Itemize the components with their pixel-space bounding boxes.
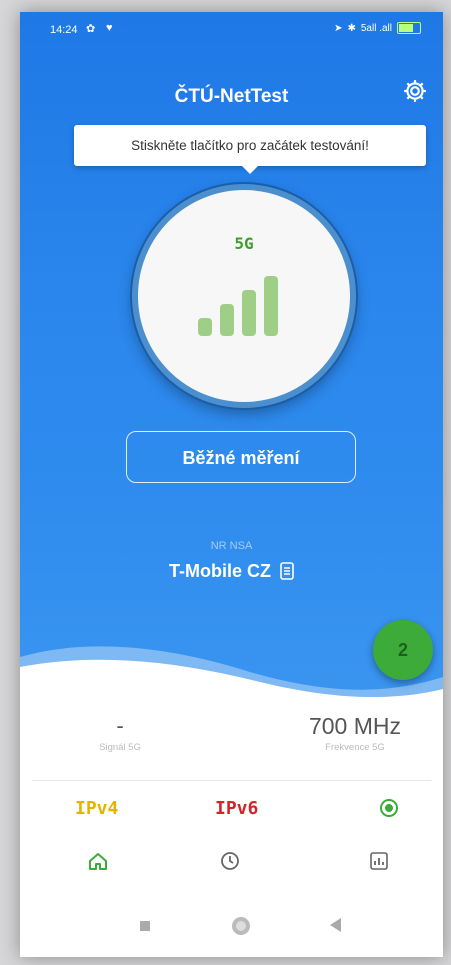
start-hint-tooltip: Stiskněte tlačítko pro začátek testování… [74, 125, 426, 174]
system-nav-bar [20, 907, 443, 947]
sim-swap-fab[interactable]: 2 [373, 620, 433, 680]
operator-row: T-Mobile CZ [20, 561, 443, 582]
standard-measurement-button[interactable]: Běžné měření [126, 431, 356, 483]
divider [32, 780, 431, 781]
home-button[interactable] [232, 917, 250, 935]
start-test-dial[interactable]: 5G [132, 184, 356, 408]
sim-swap-icon: 2 [397, 640, 408, 660]
signal-text: 5all .all [360, 22, 392, 34]
ipv6-status[interactable]: IPv6 [215, 798, 258, 819]
recent-apps-button[interactable] [140, 921, 150, 931]
signal-bar-3 [242, 290, 256, 336]
signal-value: - [116, 713, 124, 738]
gear-icon[interactable] [402, 78, 428, 104]
phone-screen: 14:24 ✿ ♥ ➤ ✱ 5all .all ČTÚ-NetTest Stis… [20, 12, 443, 957]
signal-info: - Signál 5G [70, 712, 170, 753]
back-button[interactable] [330, 918, 341, 932]
network-generation-label: 5G [234, 234, 254, 253]
location-target-icon[interactable] [378, 797, 400, 819]
ipv4-status[interactable]: IPv4 [75, 798, 118, 819]
operator-name: T-Mobile CZ [168, 561, 271, 581]
status-bar: 14:24 ✿ ♥ ➤ ✱ 5all .all [20, 12, 443, 48]
home-icon[interactable] [87, 850, 109, 872]
history-icon[interactable] [219, 850, 241, 872]
bluetooth-icon: ✱ [347, 22, 356, 34]
frequency-value: 700 MHz [308, 713, 402, 739]
sim-card-icon[interactable] [280, 562, 294, 580]
frequency-info: 700 MHz Frekvence 5G [285, 712, 425, 753]
status-time: 14:24 [50, 24, 78, 36]
settings-gear-icon: ✿ [86, 23, 96, 35]
location-arrow-icon: ➤ [334, 22, 343, 34]
signal-label: Signál 5G [99, 742, 141, 753]
signal-bars-icon [198, 266, 298, 336]
signal-bar-1 [198, 318, 212, 336]
heart-icon: ♥ [106, 22, 113, 34]
stats-icon[interactable] [368, 850, 390, 872]
status-icons-right: ➤ ✱ 5all .all [334, 22, 421, 34]
battery-icon [397, 22, 421, 34]
network-type-label: NR NSA [210, 540, 253, 552]
signal-bar-2 [220, 304, 234, 336]
signal-bar-4 [264, 276, 278, 336]
app-title: ČTÚ-NetTest [174, 86, 289, 107]
frequency-label: Frekvence 5G [325, 742, 385, 753]
